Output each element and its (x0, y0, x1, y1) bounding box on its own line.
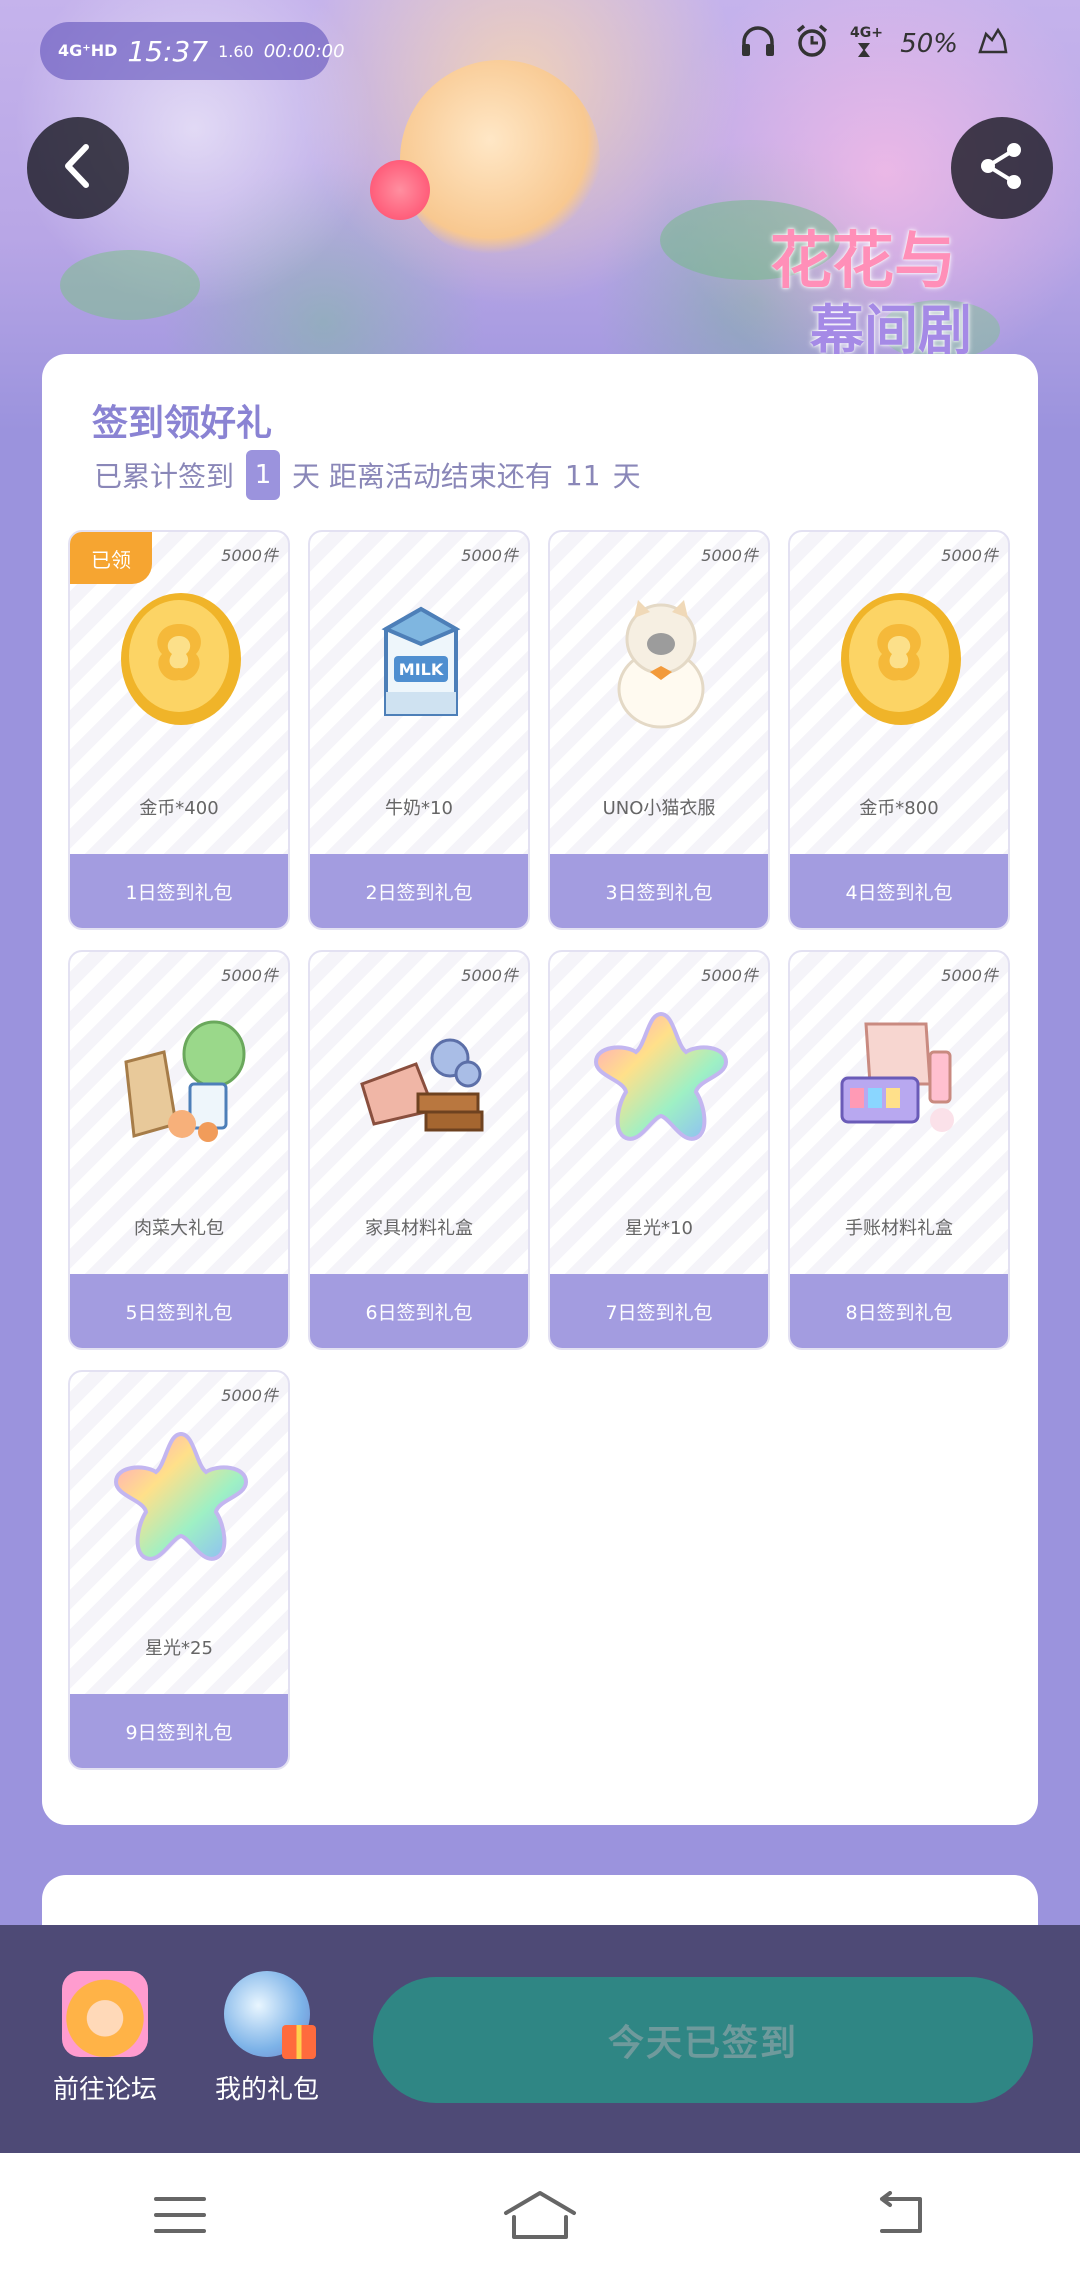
gift-day-label: 2日签到礼包 (310, 854, 528, 928)
game-logo: 花花与 幕间剧 (770, 224, 972, 362)
gift-name: 星光*25 (145, 1638, 213, 1659)
stock-count: 5000件 (701, 966, 758, 985)
days-signed-count: 1 (246, 450, 281, 500)
next-section-title-cropped (82, 1885, 262, 1925)
cat-costume-icon (617, 600, 705, 729)
gift-card[interactable]: 5000件 肉菜大礼包 5日签到礼包 (68, 950, 290, 1350)
signin-card: 签到领好礼 已累计签到 1 天 距离活动结束还有 11 天 5000件 已领 金… (42, 354, 1038, 1825)
gift-card[interactable]: 5000件 星光*10 7日签到礼包 (548, 950, 770, 1350)
gift-day-label: 6日签到礼包 (310, 1274, 528, 1348)
gift-name: 星光*10 (625, 1218, 693, 1239)
menu-button[interactable] (140, 2187, 220, 2247)
my-gifts-button[interactable]: 我的礼包 (192, 1971, 342, 2106)
stock-count: 5000件 (461, 546, 518, 565)
gift-card[interactable]: 5000件 家具材料礼盒 6日签到礼包 (308, 950, 530, 1350)
gift-bag-icon (224, 1971, 316, 2059)
stock-count: 5000件 (941, 966, 998, 985)
share-button[interactable] (951, 117, 1053, 219)
battery-icon (976, 26, 1010, 63)
gift-day-label: 8日签到礼包 (790, 1274, 1008, 1348)
section-title: 签到领好礼 (92, 402, 273, 444)
gold-coin-icon (121, 593, 241, 725)
stationery-box-icon (840, 1022, 954, 1132)
gold-coin-icon (841, 593, 961, 725)
gift-grid: 5000件 已领 金币*400 1日签到礼包 5000件 MILK 牛奶*10 … (68, 530, 1012, 1770)
mobile-data-icon: 4G+ (848, 23, 883, 66)
rose-decoration (370, 160, 430, 220)
forum-avatar-icon (62, 1971, 148, 2057)
stock-count: 5000件 (701, 546, 758, 565)
gift-card[interactable]: 5000件 手账材料礼盒 8日签到礼包 (788, 950, 1010, 1350)
gift-day-label: 1日签到礼包 (70, 854, 288, 928)
signed-today-button[interactable]: 今天已签到 (373, 1977, 1033, 2103)
wood-materials-icon (360, 1038, 484, 1132)
gift-name: UNO小猫衣服 (602, 798, 716, 819)
stock-count: 5000件 (461, 966, 518, 985)
stock-count: 5000件 (221, 966, 278, 985)
chevron-left-icon (58, 141, 98, 195)
rainbow-star-icon (593, 1011, 729, 1141)
forum-button[interactable]: 前往论坛 (30, 1971, 180, 2106)
gift-card[interactable]: 5000件 已领 金币*400 1日签到礼包 (68, 530, 290, 930)
forum-label: 前往论坛 (52, 2075, 157, 2105)
days-left-count: 11 (564, 458, 601, 492)
my-gifts-label: 我的礼包 (214, 2075, 319, 2105)
alarm-icon (794, 23, 830, 66)
gift-day-label: 4日签到礼包 (790, 854, 1008, 928)
gift-day-label: 3日签到礼包 (550, 854, 768, 928)
gift-card[interactable]: 5000件 UNO小猫衣服 3日签到礼包 (548, 530, 770, 930)
gift-name: 金币*400 (139, 798, 219, 819)
gift-card[interactable]: 5000件 金币*800 4日签到礼包 (788, 530, 1010, 930)
battery-level: 50% (900, 29, 958, 59)
clock: 15:37 (127, 34, 209, 68)
stock-count: 5000件 (941, 546, 998, 565)
home-icon (502, 2189, 578, 2245)
network-indicator: 4G⁺HD (58, 41, 118, 60)
milk-carton-icon: MILK (381, 606, 461, 716)
gift-card[interactable]: 5000件 MILK 牛奶*10 2日签到礼包 (308, 530, 530, 930)
svg-text:4G+: 4G+ (850, 25, 882, 41)
menu-icon (152, 2193, 208, 2241)
gift-day-label: 5日签到礼包 (70, 1274, 288, 1348)
gift-day-label: 7日签到礼包 (550, 1274, 768, 1348)
gift-card[interactable]: 5000件 星光*25 9日签到礼包 (68, 1370, 290, 1770)
gift-day-label: 9日签到礼包 (70, 1694, 288, 1768)
stock-count: 5000件 (221, 1386, 278, 1405)
signin-progress: 已累计签到 1 天 距离活动结束还有 11 天 (94, 450, 641, 500)
lily-pad-decoration (60, 250, 200, 320)
gift-name: 家具材料礼盒 (365, 1218, 473, 1239)
gift-name: 金币*800 (859, 798, 939, 819)
gift-name: 手账材料礼盒 (845, 1218, 953, 1239)
system-icons: 4G+ 50% (740, 22, 1010, 66)
headphones-icon (740, 24, 776, 65)
gift-name: 牛奶*10 (385, 798, 453, 819)
gift-name: 肉菜大礼包 (134, 1218, 224, 1239)
share-icon (974, 138, 1030, 198)
home-button[interactable] (500, 2187, 580, 2247)
svg-text:MILK: MILK (399, 660, 444, 679)
grocery-bag-icon (124, 1020, 246, 1142)
action-bar: 前往论坛 我的礼包 今天已签到 (0, 1925, 1080, 2153)
stock-count: 5000件 (221, 546, 278, 565)
claimed-badge: 已领 (70, 532, 152, 584)
return-icon (872, 2190, 928, 2243)
network-speed: 1.60 (218, 41, 254, 61)
character-illustration (400, 60, 600, 260)
screen-record-timer: 00:00:00 (263, 40, 345, 62)
back-button[interactable] (27, 117, 129, 219)
back-nav-button[interactable] (860, 2187, 940, 2247)
rainbow-star-icon (113, 1431, 249, 1561)
system-nav-bar (0, 2153, 1080, 2280)
status-bar: 4G⁺HD 15:37 1.60 00:00:00 (40, 22, 345, 80)
